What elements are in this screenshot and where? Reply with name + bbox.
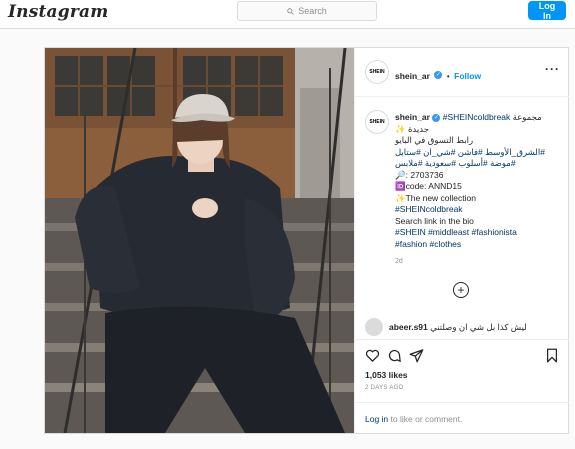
username-link[interactable]: shein_ar	[395, 71, 430, 81]
verified-badge-icon: ✓	[432, 113, 441, 122]
caption-author[interactable]: shein_ar	[395, 112, 430, 122]
post-actions: 1,053 likes 2 DAYS AGO Log in to like or…	[355, 339, 569, 434]
top-nav: Instagram Search Log In	[0, 0, 575, 29]
caption: shein_ar ✓ #SHEINcoldbreak مجموعة ✨ جديد…	[395, 112, 563, 268]
login-prompt: Log in to like or comment.	[355, 402, 569, 435]
hashtag-link[interactable]: الشرق_الأوسط #فاشن #شي_ان #ستايل#	[395, 147, 545, 157]
more-options-icon[interactable]: ···	[545, 62, 560, 76]
share-icon[interactable]	[409, 348, 424, 363]
caption-text: code: ANND15	[405, 181, 462, 191]
commenter-username[interactable]: abeer.s91	[389, 322, 428, 332]
search-placeholder: Search	[298, 6, 327, 16]
comment-text: ليش كذا بل شي ان وصلتني	[430, 322, 527, 332]
caption-text: 2703736	[410, 169, 444, 180]
hashtag-link[interactable]: #SHEINcoldbreak	[443, 112, 511, 122]
sparkle-emoji-icon: ✨	[395, 192, 406, 203]
post-header: SHEIN shein_ar ✓ • Follow ···	[355, 48, 569, 97]
code-emoji-icon: 🆔	[395, 181, 406, 191]
commenter-avatar[interactable]	[365, 318, 383, 336]
search-input[interactable]: Search	[237, 1, 377, 21]
hashtag-link[interactable]: #SHEIN #middleast #fashionista	[395, 227, 517, 237]
comment-icon[interactable]	[387, 348, 402, 363]
sparkle-emoji-icon: ✨	[395, 123, 406, 134]
load-more-comments-icon[interactable]: +	[453, 282, 469, 298]
post-image[interactable]	[45, 48, 354, 433]
avatar[interactable]: SHEIN	[365, 60, 389, 84]
post-timestamp[interactable]: 2 DAYS AGO	[365, 385, 404, 391]
caption-avatar-text: SHEIN	[369, 118, 385, 125]
caption-text: رابط التسوق في البايو	[395, 135, 474, 145]
caption-text: The new collection	[405, 192, 476, 203]
caption-text: جديدة	[407, 123, 429, 134]
hashtag-link[interactable]: #SHEINcoldbreak	[395, 204, 463, 214]
hashtag-link[interactable]: موضة #أسلوب #سعودية #ملابس#	[395, 158, 516, 168]
login-button[interactable]: Log In	[528, 1, 566, 21]
post-photo-illustration	[45, 48, 354, 433]
caption-avatar[interactable]: SHEIN	[365, 110, 389, 134]
avatar-text: SHEIN	[369, 68, 385, 75]
comment-item: abeer.s91 ليش كذا بل شي ان وصلتني	[365, 318, 561, 340]
caption-time[interactable]: 2d	[395, 256, 563, 268]
login-prompt-text: to like or comment.	[388, 414, 463, 424]
post-card: SHEIN shein_ar ✓ • Follow ··· SHEIN shei…	[44, 47, 569, 434]
likes-count[interactable]: 1,053 likes	[365, 370, 408, 380]
caption-text: Search link in the bio	[395, 215, 474, 226]
verified-badge-icon: ✓	[434, 70, 443, 79]
caption-text: مجموعة	[512, 112, 542, 122]
search-icon	[287, 7, 294, 15]
bookmark-icon[interactable]	[545, 348, 559, 363]
heart-icon[interactable]	[365, 348, 380, 363]
search-emoji-icon: 🔎	[395, 169, 406, 180]
instagram-logo[interactable]: Instagram	[8, 2, 108, 22]
hashtag-link[interactable]: #fashion #clothes	[395, 239, 461, 249]
follow-button[interactable]: Follow	[454, 71, 481, 81]
post-sidebar: SHEIN shein_ar ✓ • Follow ··· SHEIN shei…	[354, 48, 569, 433]
login-link[interactable]: Log in	[365, 414, 388, 424]
